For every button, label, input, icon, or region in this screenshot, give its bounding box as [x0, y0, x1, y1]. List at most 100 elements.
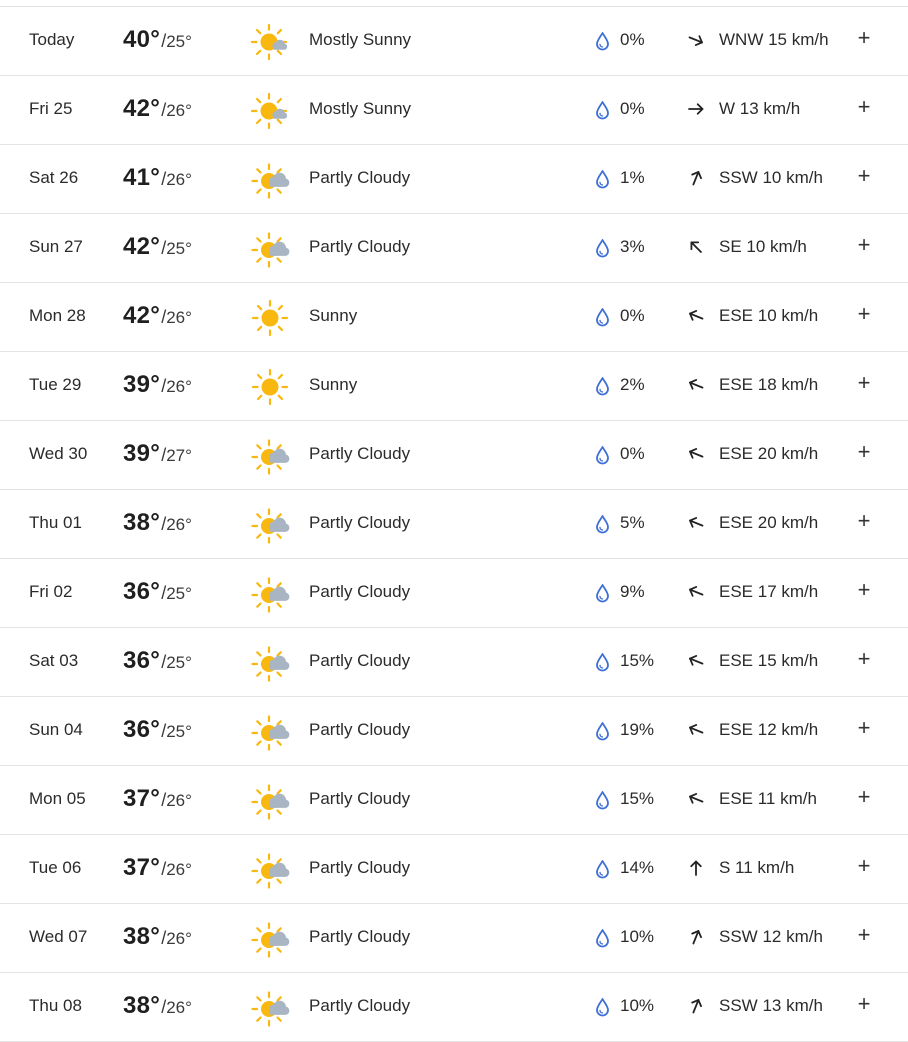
expand-button[interactable]: + — [852, 25, 876, 51]
low-temp: 26° — [166, 929, 192, 948]
expand-button[interactable]: + — [852, 853, 876, 879]
precipitation-chance: 19% — [620, 720, 655, 739]
wind-speed: ESE 10 km/h — [719, 306, 819, 325]
expand-button[interactable]: + — [852, 94, 876, 120]
expand-button[interactable]: + — [852, 646, 876, 672]
high-temp: 42° — [123, 302, 161, 329]
expand-button[interactable]: + — [852, 508, 876, 534]
day-label: Sat 03 — [29, 651, 79, 670]
low-temp: 27° — [166, 446, 192, 465]
wind-speed: ESE 20 km/h — [719, 444, 819, 463]
wind-direction-arrow-icon — [686, 444, 706, 464]
day-label: Today — [29, 30, 75, 49]
day-label: Sat 26 — [29, 168, 79, 187]
high-temp: 36° — [123, 716, 161, 743]
expand-button[interactable]: + — [852, 163, 876, 189]
day-label: Sun 04 — [29, 720, 83, 739]
low-temp: 26° — [166, 998, 192, 1017]
condition-label: Partly Cloudy — [309, 789, 411, 808]
condition-label: Partly Cloudy — [309, 927, 411, 946]
forecast-row[interactable]: Mon 28 42°/26° Sunny 0% ESE 10 km/h + — [0, 283, 908, 352]
high-temp: 42° — [123, 233, 161, 260]
precipitation-chance: 0% — [620, 444, 645, 463]
wind-direction-arrow-icon — [686, 996, 706, 1016]
forecast-row[interactable]: Fri 25 42°/26° Mostly Sunny 0% W 13 km/h… — [0, 76, 908, 145]
wind-speed: S 11 km/h — [719, 858, 795, 877]
forecast-row[interactable]: Thu 08 38°/26° Partly Cloudy 10% SSW 13 … — [0, 973, 908, 1042]
precipitation-chance: 10% — [620, 996, 655, 1015]
forecast-row[interactable]: Tue 29 39°/26° Sunny 2% ESE 18 km/h + — [0, 352, 908, 421]
daily-forecast-list: Today 40°/25° Mostly Sunny 0% WNW 15 km/… — [0, 6, 908, 1042]
mostly-sunny-icon — [250, 91, 290, 131]
mostly-sunny-icon — [250, 22, 290, 62]
wind-speed: ESE 17 km/h — [719, 582, 819, 601]
day-label: Wed 07 — [29, 927, 88, 946]
wind-direction-arrow-icon — [686, 306, 706, 326]
wind-direction-arrow-icon — [686, 513, 706, 533]
wind-direction-arrow-icon — [686, 30, 706, 50]
forecast-row[interactable]: Sat 03 36°/25° Partly Cloudy 15% ESE 15 … — [0, 628, 908, 697]
expand-button[interactable]: + — [852, 439, 876, 465]
precipitation-chance: 14% — [620, 858, 655, 877]
expand-button[interactable]: + — [852, 784, 876, 810]
partly-cloudy-icon — [250, 850, 290, 890]
high-temp: 39° — [123, 440, 161, 467]
high-temp: 40° — [123, 26, 161, 53]
condition-label: Mostly Sunny — [309, 99, 412, 118]
temperature: 38°/26° — [123, 509, 192, 537]
condition-label: Partly Cloudy — [309, 720, 411, 739]
expand-button[interactable]: + — [852, 301, 876, 327]
temperature: 42°/26° — [123, 95, 192, 123]
raindrop-icon — [595, 307, 610, 327]
forecast-row[interactable]: Today 40°/25° Mostly Sunny 0% WNW 15 km/… — [0, 7, 908, 76]
forecast-row[interactable]: Mon 05 37°/26° Partly Cloudy 15% ESE 11 … — [0, 766, 908, 835]
raindrop-icon — [595, 31, 610, 51]
high-temp: 42° — [123, 95, 161, 122]
low-temp: 25° — [166, 653, 192, 672]
expand-button[interactable]: + — [852, 715, 876, 741]
condition-label: Partly Cloudy — [309, 168, 411, 187]
high-temp: 36° — [123, 647, 161, 674]
forecast-row[interactable]: Sun 04 36°/25° Partly Cloudy 19% ESE 12 … — [0, 697, 908, 766]
expand-button[interactable]: + — [852, 370, 876, 396]
raindrop-icon — [595, 583, 610, 603]
condition-label: Mostly Sunny — [309, 30, 412, 49]
forecast-row[interactable]: Wed 30 39°/27° Partly Cloudy 0% ESE 20 k… — [0, 421, 908, 490]
wind-speed: ESE 11 km/h — [719, 789, 817, 808]
raindrop-icon — [595, 790, 610, 810]
high-temp: 41° — [123, 164, 161, 191]
forecast-row[interactable]: Sat 26 41°/26° Partly Cloudy 1% SSW 10 k… — [0, 145, 908, 214]
forecast-row[interactable]: Tue 06 37°/26° Partly Cloudy 14% S 11 km… — [0, 835, 908, 904]
forecast-row[interactable]: Wed 07 38°/26° Partly Cloudy 10% SSW 12 … — [0, 904, 908, 973]
wind-speed: SSW 12 km/h — [719, 927, 823, 946]
wind-speed: WNW 15 km/h — [719, 30, 829, 49]
precipitation-chance: 5% — [620, 513, 645, 532]
expand-button[interactable]: + — [852, 991, 876, 1017]
partly-cloudy-icon — [250, 505, 290, 545]
high-temp: 37° — [123, 854, 161, 881]
wind-speed: SSW 10 km/h — [719, 168, 823, 187]
forecast-row[interactable]: Sun 27 42°/25° Partly Cloudy 3% SE 10 km… — [0, 214, 908, 283]
expand-button[interactable]: + — [852, 577, 876, 603]
precipitation-chance: 15% — [620, 651, 655, 670]
temperature: 42°/26° — [123, 302, 192, 330]
forecast-row[interactable]: Fri 02 36°/25° Partly Cloudy 9% ESE 17 k… — [0, 559, 908, 628]
expand-button[interactable]: + — [852, 922, 876, 948]
wind-direction-arrow-icon — [686, 375, 706, 395]
wind-direction-arrow-icon — [686, 99, 706, 119]
raindrop-icon — [595, 169, 610, 189]
temperature: 39°/26° — [123, 371, 192, 399]
day-label: Tue 29 — [29, 375, 82, 394]
temperature: 36°/25° — [123, 716, 192, 744]
temperature: 38°/26° — [123, 923, 192, 951]
condition-label: Partly Cloudy — [309, 582, 411, 601]
wind-speed: ESE 18 km/h — [719, 375, 819, 394]
expand-button[interactable]: + — [852, 232, 876, 258]
low-temp: 26° — [166, 101, 192, 120]
condition-label: Sunny — [309, 306, 358, 325]
raindrop-icon — [595, 997, 610, 1017]
day-label: Mon 05 — [29, 789, 86, 808]
wind-direction-arrow-icon — [686, 927, 706, 947]
forecast-row[interactable]: Thu 01 38°/26° Partly Cloudy 5% ESE 20 k… — [0, 490, 908, 559]
low-temp: 25° — [166, 584, 192, 603]
